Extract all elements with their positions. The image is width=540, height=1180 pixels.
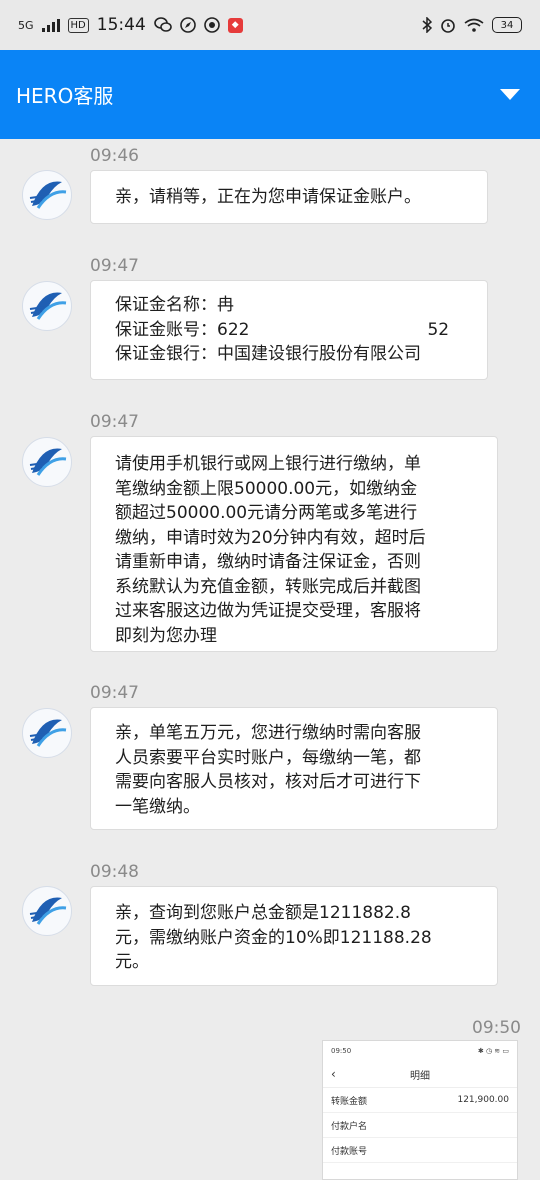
image-message[interactable]: 09:50 ✱ ◷ ≋ ▭ ‹ 明细 转账金额 121,900.00 付款户名 … — [322, 1040, 518, 1180]
status-right: 34 — [422, 17, 522, 33]
message-line: 需要向客服人员核对，核对后才可进行下 — [115, 772, 421, 792]
message-timestamp: 09:47 — [90, 412, 139, 432]
message-line: 亲，单笔五万元，您进行缴纳时需向客服 — [115, 723, 421, 743]
hd-badge: HD — [67, 17, 89, 33]
image-status-icons: ✱ ◷ ≋ ▭ — [477, 1047, 509, 1055]
field-value: 中国建设银行股份有限公司 — [217, 344, 421, 364]
image-nav-bar: ‹ 明细 — [323, 1061, 517, 1088]
message-timestamp: 09:47 — [90, 683, 139, 703]
wifi-icon — [464, 18, 484, 32]
agent-avatar[interactable] — [22, 170, 72, 220]
message-timestamp: 09:47 — [90, 256, 139, 276]
message-line: 元，需缴纳账户资金的10%即121188.28 — [115, 927, 432, 948]
chat-header: HERO客服 — [0, 50, 540, 139]
image-status-time: 09:50 — [331, 1047, 352, 1055]
account-number-row: 保证金账号： 622 52 — [115, 318, 463, 343]
message-timestamp: 09:48 — [90, 862, 139, 882]
message-bubble: 亲，单笔五万元，您进行缴纳时需向客服 人员索要平台实时账户，每缴纳一笔，都 需要… — [90, 707, 498, 830]
agent-avatar[interactable] — [22, 886, 72, 936]
chat-title: HERO客服 — [16, 84, 114, 108]
message-bubble: 亲，查询到您账户总金额是1211882.8 元，需缴纳账户资金的10%即1211… — [90, 886, 498, 986]
compass-icon — [179, 17, 196, 33]
image-detail-label: 转账金额 — [331, 1096, 368, 1107]
app-icon — [203, 17, 220, 33]
field-value: 冉 — [217, 295, 234, 315]
network-indicator: 5G — [18, 18, 34, 32]
message-line: 亲，查询到您账户总金额是1211882.8 — [115, 903, 411, 923]
bluetooth-icon — [422, 17, 432, 33]
field-value-start: 622 — [217, 319, 250, 340]
message-line: 请重新申请，缴纳时请备注保证金，否则 — [115, 552, 421, 572]
red-app-icon: ◆ — [227, 17, 243, 33]
message-line: 过来客服这边做为凭证提交受理，客服将 — [115, 601, 421, 621]
message-line: 元。 — [115, 952, 149, 972]
message-line: 额超过50000.00元请分两笔或多笔进行 — [115, 503, 418, 523]
message-line: 即刻为您办理 — [115, 625, 217, 646]
message-line: 人员索要平台实时账户，每缴纳一笔，都 — [115, 747, 421, 768]
image-detail-label: 付款账号 — [331, 1146, 368, 1157]
signal-icon — [41, 18, 60, 32]
message-timestamp: 09:50 — [472, 1018, 521, 1038]
image-detail-row: 付款账号 — [323, 1138, 517, 1163]
image-nav-title: 明细 — [410, 1070, 430, 1082]
message-line: 一笔缴纳。 — [115, 796, 200, 817]
account-name-row: 保证金名称： 冉 — [115, 293, 463, 318]
image-detail-label: 付款户名 — [331, 1121, 368, 1132]
agent-avatar[interactable] — [22, 281, 72, 331]
battery-icon: 34 — [492, 17, 522, 33]
field-value-end: 52 — [427, 319, 450, 340]
image-detail-row: 付款户名 — [323, 1113, 517, 1138]
agent-avatar[interactable] — [22, 708, 72, 758]
account-bank-row: 保证金银行： 中国建设银行股份有限公司 — [115, 342, 463, 367]
alarm-icon — [440, 17, 456, 33]
status-bar: 5G HD 15:44 ◆ 34 — [0, 0, 540, 50]
message-line: 请使用手机银行或网上银行进行缴纳，单 — [115, 454, 421, 474]
image-detail-row: 转账金额 121,900.00 — [323, 1088, 517, 1113]
agent-avatar[interactable] — [22, 437, 72, 487]
field-label: 保证金账号： — [115, 319, 217, 340]
message-bubble: 亲，请稍等，正在为您申请保证金账户。 — [90, 170, 488, 224]
message-bubble: 保证金名称： 冉 保证金账号： 622 52 保证金银行： 中国建设银行股份有限… — [90, 280, 488, 380]
message-text: 亲，请稍等，正在为您申请保证金账户。 — [115, 187, 421, 207]
status-left: 5G HD 15:44 ◆ — [18, 15, 243, 35]
field-label: 保证金银行： — [115, 344, 217, 364]
dropdown-arrow-icon[interactable] — [500, 89, 520, 100]
image-status-bar: 09:50 ✱ ◷ ≋ ▭ — [323, 1041, 517, 1061]
field-label: 保证金名称： — [115, 295, 217, 315]
message-line: 笔缴纳金额上限50000.00元，如缴纳金 — [115, 478, 418, 499]
wechat-icon — [153, 17, 172, 33]
image-detail-value: 121,900.00 — [457, 1095, 509, 1105]
message-line: 缴纳，申请时效为20分钟内有效，超时后 — [115, 527, 426, 548]
message-bubble: 请使用手机银行或网上银行进行缴纳，单 笔缴纳金额上限50000.00元，如缴纳金… — [90, 436, 498, 652]
message-line: 系统默认为充值金额，转账完成后并截图 — [115, 576, 421, 597]
status-time: 15:44 — [96, 15, 146, 35]
masked-digits — [249, 318, 427, 343]
message-timestamp: 09:46 — [90, 146, 139, 166]
